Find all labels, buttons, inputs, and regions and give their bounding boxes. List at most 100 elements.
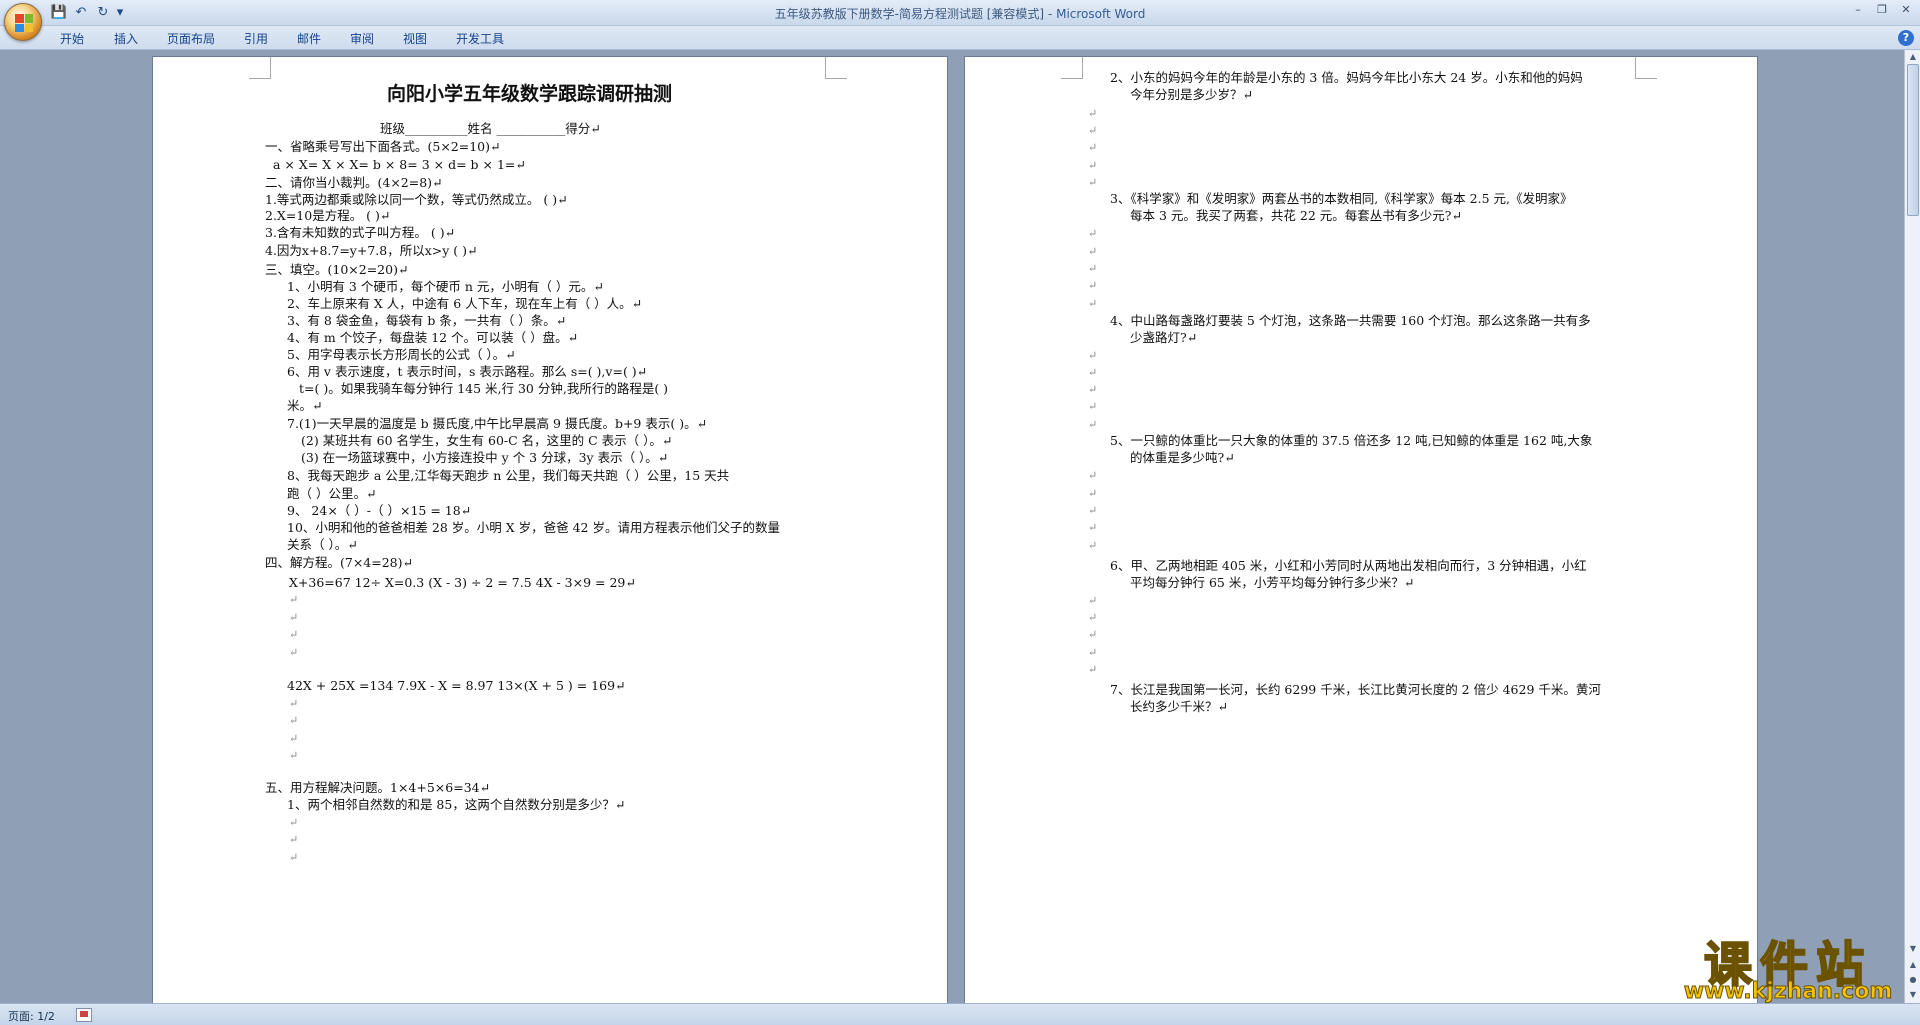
doc-line: 少盏路灯?↵ — [1130, 330, 1198, 345]
doc-line: 3.含有未知数的式子叫方程。 ( )↵ — [265, 225, 456, 240]
doc-line: ↵ — [1088, 227, 1098, 240]
margin-corner-mark — [249, 57, 271, 79]
doc-line: 三、填空。(10×2=20)↵ — [265, 262, 409, 277]
doc-line: ↵ — [289, 628, 299, 641]
doc-line: 10、小明和他的爸爸相差 28 岁。小明 X 岁，爸爸 42 岁。请用方程表示他… — [287, 520, 780, 535]
tab-review[interactable]: 审阅 — [350, 30, 374, 47]
doc-line: 4、中山路每盏路灯要装 5 个灯泡，这条路一共需要 160 个灯泡。那么这条路一… — [1110, 313, 1591, 328]
scroll-thumb[interactable] — [1907, 64, 1919, 216]
doc-line: 2.X=10是方程。 ( )↵ — [265, 208, 391, 223]
doc-line: ↵ — [1088, 611, 1098, 624]
redo-icon[interactable]: ↻ — [94, 4, 112, 22]
tab-home[interactable]: 开始 — [60, 30, 84, 47]
scroll-down-icon[interactable]: ▼ — [1906, 942, 1920, 956]
doc-line: 5、用字母表示长方形周长的公式（ ）。↵ — [287, 347, 516, 362]
page-2[interactable]: 2、小东的妈妈今年的年龄是小东的 3 倍。妈妈今年比小东大 24 岁。小东和他的… — [964, 56, 1758, 1003]
doc-line: 7.(1)一天早晨的温度是 b 摄氏度,中午比早晨高 9 摄氏度。b+9 表示(… — [287, 416, 708, 431]
doc-line: ↵ — [1088, 418, 1098, 431]
doc-line: ↵ — [1088, 646, 1098, 659]
doc-line: t=( )。如果我骑车每分钟行 145 米,行 30 分钟,我所行的路程是( ) — [299, 381, 669, 396]
doc-line: ↵ — [289, 714, 299, 727]
tab-page-layout[interactable]: 页面布局 — [167, 30, 215, 47]
next-page-icon[interactable]: ▼ — [1906, 988, 1920, 1002]
doc-line: ↵ — [1088, 594, 1098, 607]
doc-line: ↵ — [1088, 262, 1098, 275]
tab-developer[interactable]: 开发工具 — [456, 30, 504, 47]
title-bar: 五年级苏教版下册数学-简易方程测试题 [兼容模式] - Microsoft Wo… — [0, 0, 1920, 26]
doc-line: 3、《科学家》和《发明家》两套丛书的本数相同,《科学家》每本 2.5 元,《发明… — [1110, 191, 1573, 206]
doc-line: 5、一只鲸的体重比一只大象的体重的 37.5 倍还多 12 吨,已知鲸的体重是 … — [1110, 433, 1593, 448]
doc-line: ↵ — [289, 646, 299, 659]
doc-line: ↵ — [1088, 349, 1098, 362]
tab-insert[interactable]: 插入 — [114, 30, 138, 47]
doc-line: ↵ — [1088, 124, 1098, 137]
doc-line: ↵ — [1088, 539, 1098, 552]
doc-line: ↵ — [1088, 366, 1098, 379]
doc-line: ↵ — [1088, 663, 1098, 676]
doc-line: a × X= X × X= b × 8= 3 × d= b × 1=↵ — [273, 157, 526, 172]
doc-line: ↵ — [1088, 487, 1098, 500]
doc-line: 2、小东的妈妈今年的年龄是小东的 3 倍。妈妈今年比小东大 24 岁。小东和他的… — [1110, 70, 1583, 85]
watermark-logo: 课件站 www.kjzhan.com — [1668, 925, 1908, 1005]
doc-line: 2、车上原来有 X 人，中途有 6 人下车，现在车上有（ ）人。↵ — [287, 296, 643, 311]
doc-line: ↵ — [289, 611, 299, 624]
doc-line: 今年分别是多少岁？↵ — [1130, 87, 1253, 102]
doc-line: ↵ — [1088, 141, 1098, 154]
app-name: Microsoft Word — [1056, 7, 1146, 21]
status-bar: 页面: 1/2 — [0, 1003, 1920, 1025]
doc-line: 1、两个相邻自然数的和是 85，这两个自然数分别是多少？↵ — [287, 797, 626, 812]
vertical-scrollbar[interactable]: ▲ ▼ ▲ ● ▼ — [1904, 50, 1920, 1003]
doc-line: 米。↵ — [287, 398, 323, 413]
doc-line: ↵ — [289, 732, 299, 745]
doc-line: 1.等式两边都乘或除以同一个数，等式仍然成立。 ( )↵ — [265, 192, 568, 207]
scroll-up-icon[interactable]: ▲ — [1906, 50, 1920, 64]
page-1[interactable]: 向阳小学五年级数学跟踪调研抽测 班级__________姓名 _________… — [152, 56, 948, 1003]
doc-line: ↵ — [1088, 521, 1098, 534]
doc-line: 长约多少千米？↵ — [1130, 699, 1228, 714]
minimize-button[interactable]: – — [1848, 2, 1868, 18]
doc-line: ↵ — [289, 816, 299, 829]
doc-line: ↵ — [289, 697, 299, 710]
word-window: 五年级苏教版下册数学-简易方程测试题 [兼容模式] - Microsoft Wo… — [0, 0, 1920, 1025]
tab-references[interactable]: 引用 — [244, 30, 268, 47]
browse-object-icon[interactable]: ● — [1906, 973, 1920, 987]
doc-line: ↵ — [289, 833, 299, 846]
doc-line: 每本 3 元。我买了两套，共花 22 元。每套丛书有多少元?↵ — [1130, 208, 1462, 223]
customize-toolbar-icon[interactable]: ▾ — [114, 4, 126, 22]
document-area[interactable]: 向阳小学五年级数学跟踪调研抽测 班级__________姓名 _________… — [0, 50, 1904, 1003]
doc-line: ↵ — [1088, 383, 1098, 396]
previous-page-icon[interactable]: ▲ — [1906, 958, 1920, 972]
doc-line: ↵ — [289, 851, 299, 864]
doc-line: ↵ — [1088, 159, 1098, 172]
save-icon[interactable]: 💾 — [50, 4, 68, 22]
doc-line: ↵ — [1088, 107, 1098, 120]
doc-line: 4.因为x+8.7=y+7.8，所以x>y ( )↵ — [265, 243, 478, 258]
close-button[interactable]: ✕ — [1896, 2, 1916, 18]
doc-line: ↵ — [289, 749, 299, 762]
page-count-status[interactable]: 页面: 1/2 — [8, 1008, 55, 1024]
restore-button[interactable]: ❐ — [1872, 2, 1892, 18]
title-separator: - — [1044, 7, 1057, 21]
doc-line: 7、长江是我国第一长河，长约 6299 千米，长江比黄河长度的 2 倍少 462… — [1110, 682, 1601, 697]
ribbon-tab-bar: 开始 插入 页面布局 引用 邮件 审阅 视图 开发工具 ? — [0, 26, 1920, 50]
doc-line: 五、用方程解决问题。1×4+5×6=34↵ — [265, 780, 491, 795]
doc-line: 平均每分钟行 65 米，小芳平均每分钟行多少米？↵ — [1130, 575, 1415, 590]
tab-view[interactable]: 视图 — [403, 30, 427, 47]
tab-mailings[interactable]: 邮件 — [297, 30, 321, 47]
doc-line: ↵ — [289, 593, 299, 606]
office-button[interactable] — [4, 3, 42, 41]
undo-icon[interactable]: ↶ — [72, 4, 90, 22]
doc-line: 42X + 25X =134 7.9X - X = 8.97 13×(X + 5… — [287, 678, 626, 693]
doc-line: 班级__________姓名 ___________得分↵ — [380, 121, 601, 136]
doc-line: 二、请你当小裁判。(4×2=8)↵ — [265, 175, 443, 190]
doc-line: 一、省略乘号写出下面各式。(5×2=10)↵ — [265, 139, 501, 154]
help-icon[interactable]: ? — [1898, 30, 1914, 46]
doc-line: ↵ — [1088, 297, 1098, 310]
office-logo-icon — [15, 14, 33, 32]
doc-line: 9、 24×（ ）-（ ）×15 = 18↵ — [287, 503, 472, 518]
doc-line: 的体重是多少吨?↵ — [1130, 450, 1235, 465]
proofing-icon[interactable] — [76, 1008, 92, 1022]
doc-line: 4、有 m 个饺子，每盘装 12 个。可以装（ ）盘。↵ — [287, 330, 579, 345]
doc-line: 四、解方程。(7×4=28)↵ — [265, 555, 413, 570]
doc-line: ↵ — [1088, 279, 1098, 292]
